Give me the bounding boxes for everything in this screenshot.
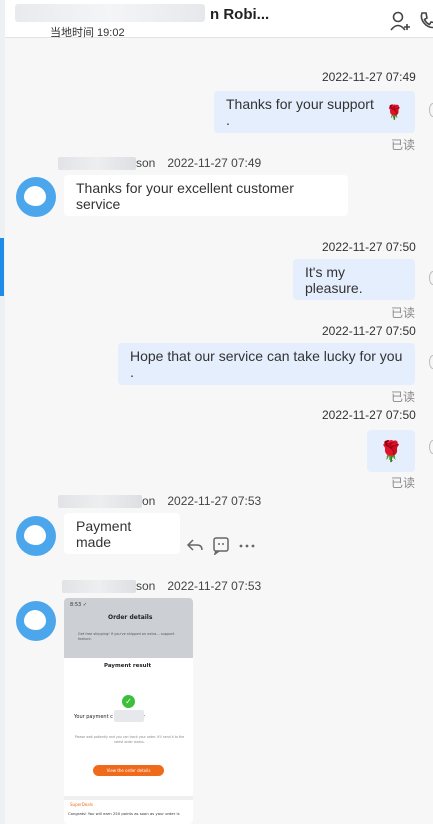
sender-avatar-edge <box>429 355 433 369</box>
outgoing-message[interactable]: Hope that our service can take lucky for… <box>118 343 415 385</box>
outgoing-message[interactable]: Thanks for your support . 🌹 <box>214 91 415 133</box>
blurred-sender-name <box>58 157 136 170</box>
rose-emoji: 🌹 <box>378 440 404 463</box>
attachment-footer: SuperDeals Congrats! You will earn 250 p… <box>64 800 193 824</box>
message-time: 2022-11-27 07:50 <box>322 408 416 422</box>
sender-line: son 2022-11-27 07:53 <box>136 579 261 593</box>
attachment-status-bar: 8:53 ✓ <box>70 602 88 608</box>
attachment-brand: SuperDeals <box>70 802 93 807</box>
attachment-blurred-text <box>114 710 144 722</box>
read-receipt: 已读 <box>391 390 416 404</box>
sender-avatar-edge <box>429 103 433 117</box>
message-time: 2022-11-27 07:50 <box>322 240 416 254</box>
sender-name: on <box>142 494 156 508</box>
message-text: Thanks for your support . <box>226 96 374 128</box>
read-receipt: 已读 <box>391 306 416 320</box>
outgoing-emoji-message[interactable]: 🌹 <box>367 430 415 472</box>
contact-avatar[interactable] <box>16 516 56 556</box>
message-text: It's my pleasure. <box>305 263 363 296</box>
attachment-view-order-button: View the order details <box>93 765 164 776</box>
call-icon[interactable] <box>417 10 433 32</box>
attachment-payment-panel: Payment result ✓ Your payment c successf… <box>64 658 193 796</box>
read-receipt: 已读 <box>391 138 416 152</box>
blurred-contact-name <box>15 4 205 22</box>
more-icon[interactable] <box>237 535 257 555</box>
reply-icon[interactable] <box>185 535 205 555</box>
message-time: 2022-11-27 07:50 <box>322 324 416 338</box>
chat-header: n Robi... 当地时间 19:02 <box>5 0 433 39</box>
blurred-sender-name <box>58 495 142 508</box>
incoming-message[interactable]: Payment made <box>64 513 180 554</box>
rose-emoji: 🌹 <box>385 103 403 120</box>
image-attachment[interactable]: 8:53 ✓ Order details Get free shipping! … <box>64 598 193 824</box>
message-text: Thanks for your excellent customer servi… <box>76 179 294 212</box>
local-time: 当地时间 19:02 <box>50 27 125 39</box>
message-text: Hope that our service can take lucky for… <box>130 348 403 380</box>
attachment-sub-text: Please wait patiently and you can track … <box>74 735 185 744</box>
sender-name: son <box>136 156 156 170</box>
message-time: 2022-11-27 07:49 <box>322 70 416 84</box>
message-text: Payment made <box>76 517 132 550</box>
sender-avatar-edge <box>429 440 433 454</box>
attachment-panel-title: Payment result <box>104 663 152 669</box>
message-time: 2022-11-27 07:53 <box>167 494 262 508</box>
sender-name: son <box>136 579 156 593</box>
active-conversation-indicator <box>0 238 4 296</box>
attachment-congrats-text: Congrats! You will earn 250 points as so… <box>68 811 180 816</box>
contact-avatar[interactable] <box>16 177 56 217</box>
attachment-order-text: Get free shipping! If you've shipped an … <box>78 632 175 641</box>
quote-icon[interactable] <box>211 535 231 555</box>
left-rail <box>0 0 5 824</box>
sender-line: son 2022-11-27 07:49 <box>136 156 261 170</box>
sender-avatar-edge <box>429 271 433 285</box>
blurred-sender-name <box>62 580 136 593</box>
success-check-icon: ✓ <box>122 695 135 708</box>
sender-line: on 2022-11-27 07:53 <box>142 494 261 508</box>
attachment-order-title: Order details <box>108 614 153 621</box>
add-contact-icon[interactable] <box>389 10 411 32</box>
contact-name: n Robi... <box>210 6 270 23</box>
contact-avatar[interactable] <box>16 601 56 641</box>
outgoing-message[interactable]: It's my pleasure. <box>293 259 415 300</box>
incoming-message[interactable]: Thanks for your excellent customer servi… <box>64 175 348 216</box>
message-time: 2022-11-27 07:53 <box>167 579 262 593</box>
message-actions <box>185 535 257 555</box>
read-receipt: 已读 <box>391 476 416 490</box>
message-time: 2022-11-27 07:49 <box>167 156 262 170</box>
